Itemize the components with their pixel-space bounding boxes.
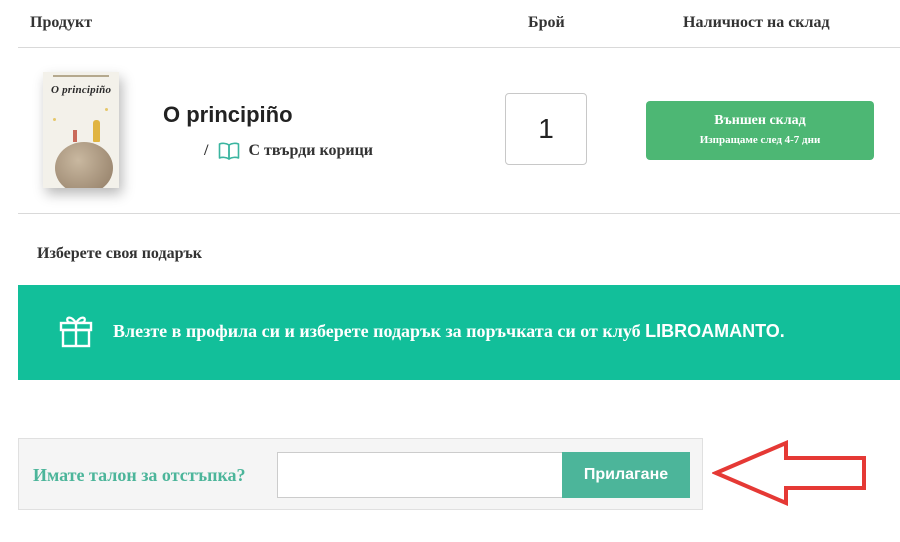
gift-login-banner[interactable]: Влезте в профила си и изберете подарък з… bbox=[18, 285, 900, 380]
stock-status-label: Външен склад bbox=[714, 113, 806, 128]
cover-star-decoration bbox=[53, 118, 56, 121]
cover-prince-figure bbox=[93, 120, 100, 142]
cover-star-decoration bbox=[105, 108, 108, 111]
red-arrow-annotation bbox=[712, 440, 866, 506]
stock-status-badge: Външен склад Изпращаме след 4-7 дни bbox=[646, 101, 874, 160]
coupon-label: Имате талон за отстъпка? bbox=[33, 465, 246, 485]
gift-banner-message: Влезте в профила си и изберете подарък з… bbox=[113, 321, 641, 341]
coupon-form: Имате талон за отстъпка? Прилагане bbox=[18, 438, 703, 510]
column-header-product: Продукт bbox=[30, 14, 93, 31]
cart-product-row: O principiño O principiño / С твърди кор… bbox=[18, 48, 900, 214]
cart-table-header: Продукт Брой Наличност на склад bbox=[18, 0, 900, 48]
gift-section-heading: Изберете своя подарък bbox=[37, 245, 203, 262]
format-separator: / bbox=[204, 142, 209, 159]
product-title-link[interactable]: O principiño bbox=[163, 102, 293, 128]
cover-title-text: O principiño bbox=[51, 84, 112, 96]
column-header-quantity: Брой bbox=[528, 14, 565, 31]
stock-delivery-note: Изпращаме след 4-7 дни bbox=[699, 134, 821, 146]
cover-rose-decoration bbox=[73, 130, 77, 142]
gift-icon bbox=[59, 316, 93, 348]
product-format-label: С твърди корици bbox=[248, 142, 373, 159]
book-cover-image[interactable]: O principiño bbox=[43, 72, 119, 188]
column-header-availability: Наличност на склад bbox=[683, 14, 830, 31]
cover-planet-illustration bbox=[55, 142, 113, 188]
coupon-code-input[interactable] bbox=[277, 452, 563, 498]
gift-banner-text: Влезте в профила си и изберете подарък з… bbox=[113, 321, 785, 342]
gift-club-brand: LIBROAMANTO. bbox=[645, 321, 785, 341]
quantity-input[interactable]: 1 bbox=[505, 93, 587, 165]
book-open-icon bbox=[219, 142, 240, 160]
cover-author-line bbox=[53, 75, 109, 77]
product-format-info: / С твърди корици bbox=[204, 140, 373, 162]
apply-coupon-button[interactable]: Прилагане bbox=[562, 452, 690, 498]
